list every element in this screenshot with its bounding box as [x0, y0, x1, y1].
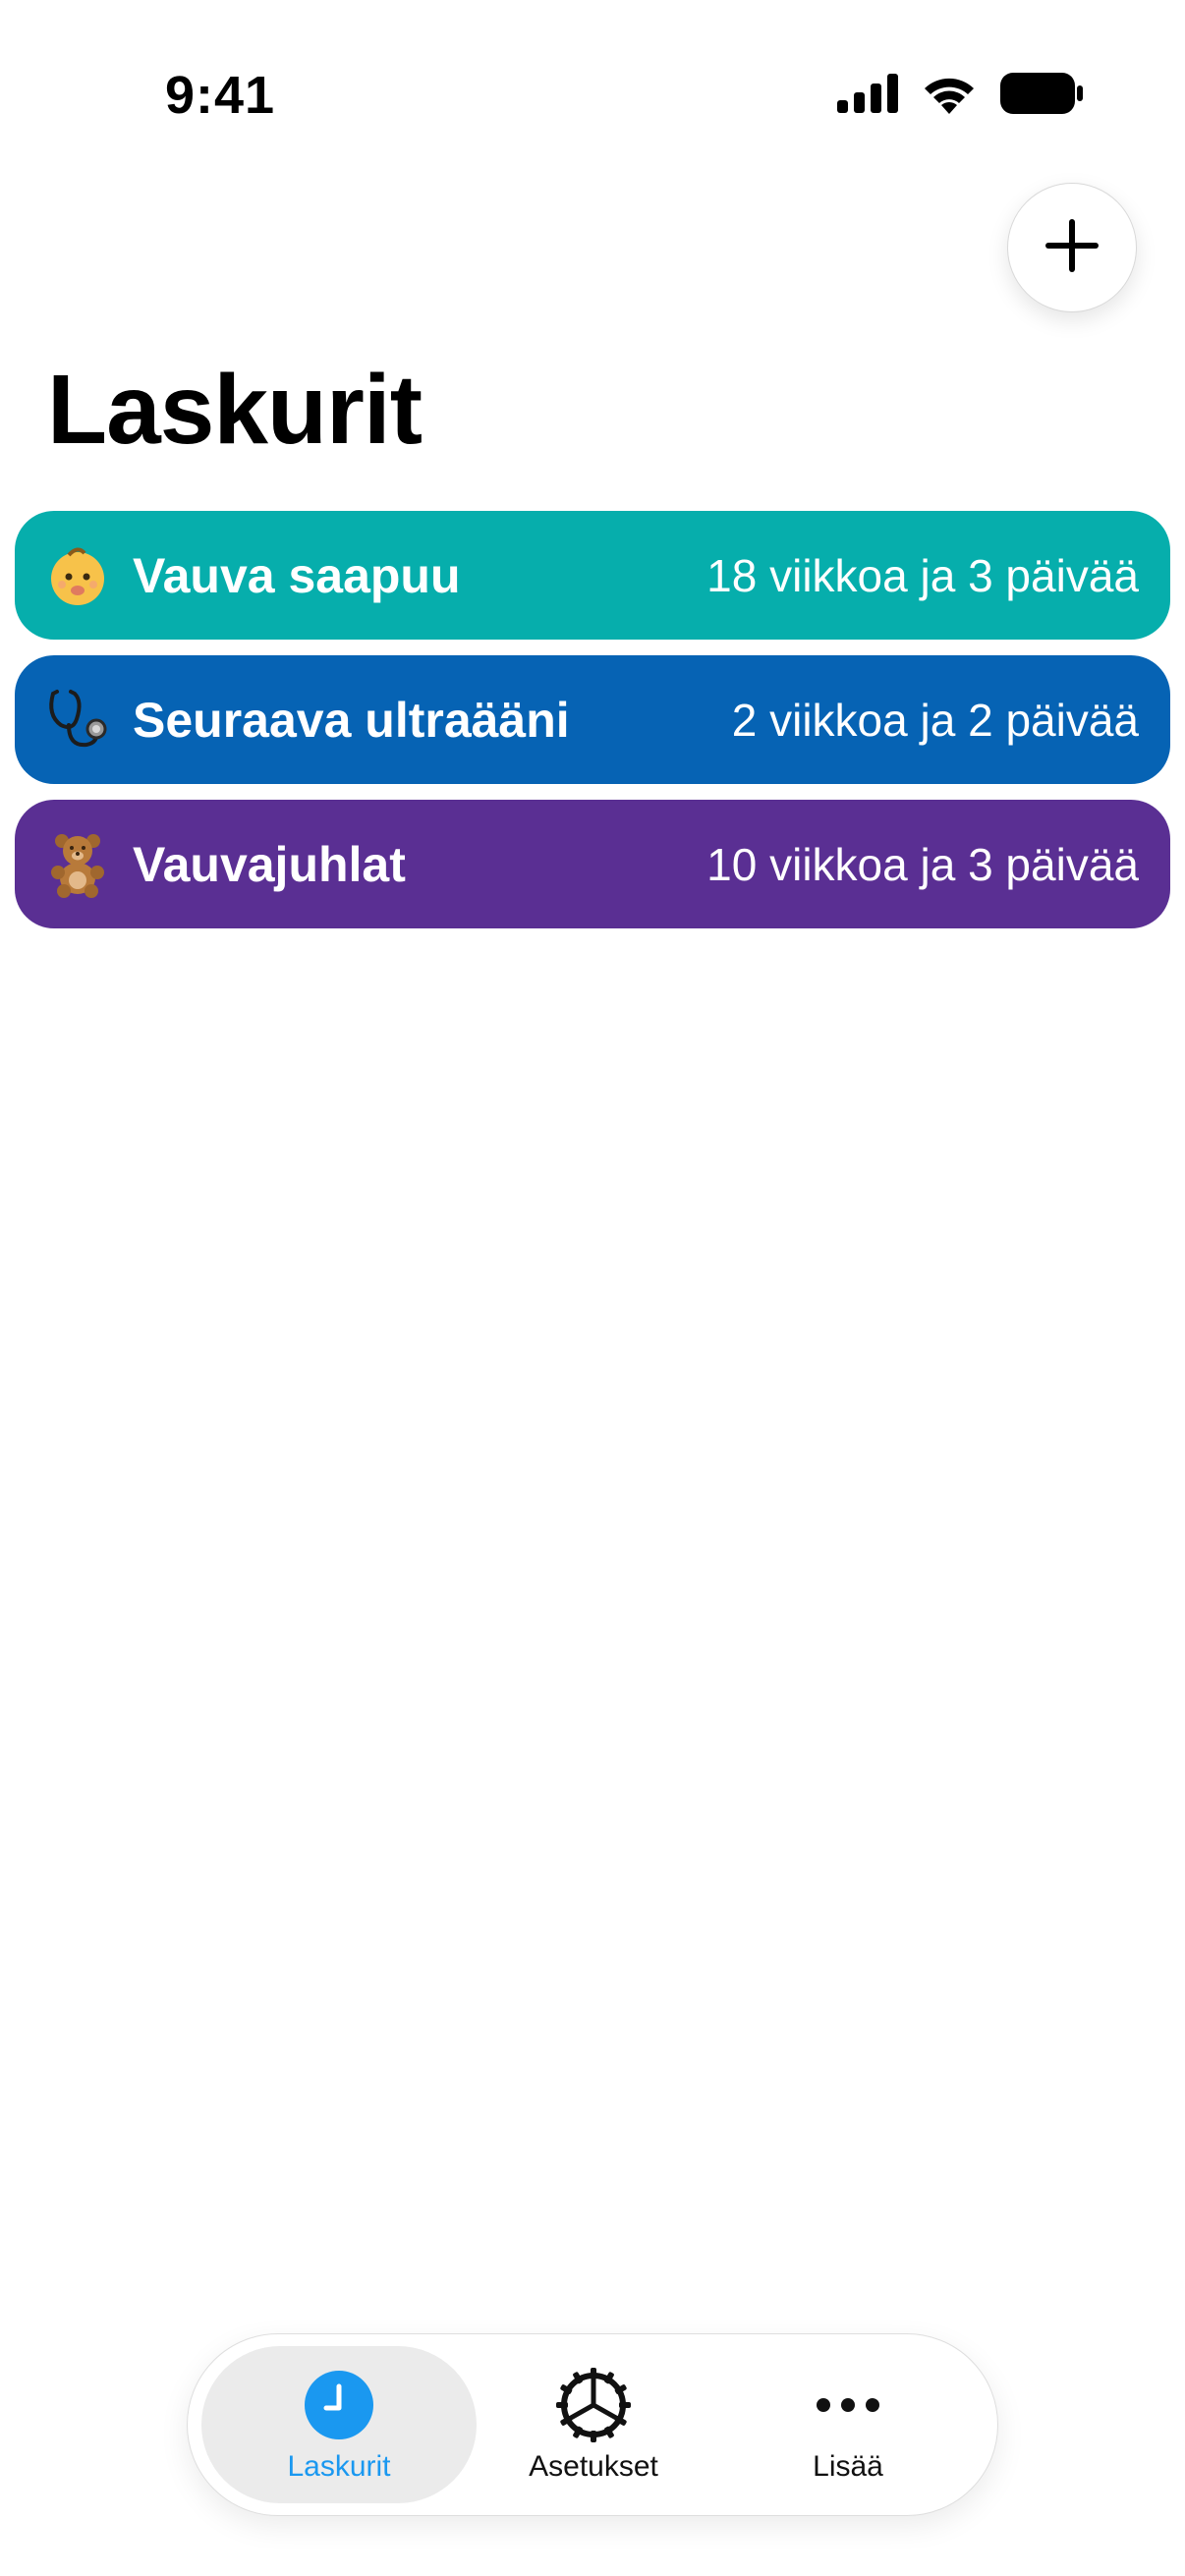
counter-title: Seuraava ultraääni [133, 692, 570, 748]
clock-icon [303, 2366, 375, 2444]
tab-label: Laskurit [287, 2450, 391, 2483]
teddy-bear-emoji-icon [42, 829, 113, 900]
counter-value: 10 viikkoa ja 3 päivää [706, 838, 1139, 890]
battery-icon [1000, 73, 1083, 119]
wifi-icon [922, 73, 977, 119]
counter-title: Vauvajuhlat [133, 836, 406, 892]
stethoscope-emoji-icon [42, 685, 113, 756]
tab-laskurit[interactable]: Laskurit [201, 2346, 477, 2503]
tab-asetukset[interactable]: Asetukset [456, 2346, 731, 2503]
counter-row-baby[interactable]: Vauva saapuu 18 viikkoa ja 3 päivää [15, 511, 1170, 640]
counter-row-ultrasound[interactable]: Seuraava ultraääni 2 viikkoa ja 2 päivää [15, 655, 1170, 784]
tab-lisaa[interactable]: Lisää [710, 2346, 986, 2503]
plus-icon [1044, 217, 1100, 279]
status-bar: 9:41 [0, 0, 1185, 187]
counter-value: 2 viikkoa ja 2 päivää [731, 694, 1139, 746]
tab-bar: Laskurit Asetukset Lisää [187, 2333, 998, 2516]
tab-label: Asetukset [529, 2450, 658, 2483]
status-time: 9:41 [165, 66, 276, 125]
tab-label: Lisää [813, 2450, 883, 2483]
page-title: Laskurit [47, 355, 423, 465]
counter-value: 18 viikkoa ja 3 päivää [706, 549, 1139, 601]
counter-title: Vauva saapuu [133, 547, 461, 603]
counter-list: Vauva saapuu 18 viikkoa ja 3 päivää Seur… [15, 511, 1170, 944]
cellular-signal-icon [837, 74, 898, 118]
add-counter-button[interactable] [1007, 183, 1137, 312]
gear-icon [554, 2366, 633, 2444]
counter-row-baby-shower[interactable]: Vauvajuhlat 10 viikkoa ja 3 päivää [15, 800, 1170, 928]
baby-emoji-icon [42, 540, 113, 611]
more-icon [814, 2366, 882, 2444]
status-icons [837, 73, 1083, 119]
